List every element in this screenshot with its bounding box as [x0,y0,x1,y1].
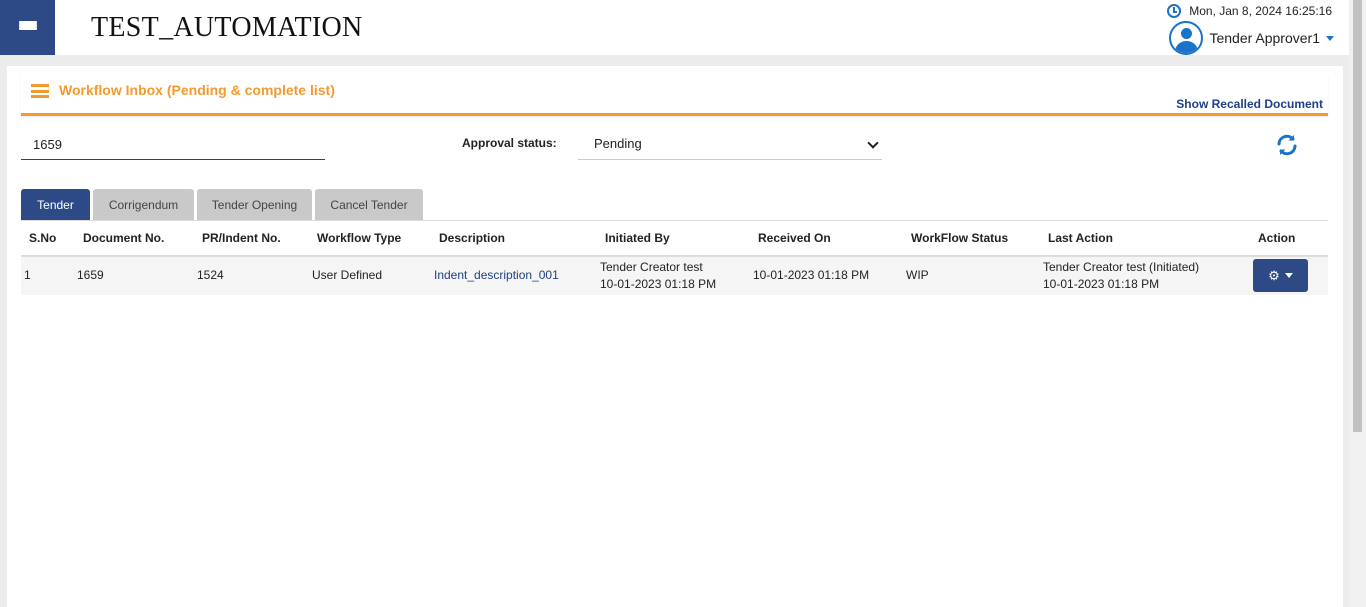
description-link[interactable]: Indent_description_001 [434,268,559,282]
column-header: Action [1258,230,1296,245]
clock-icon [1167,4,1182,18]
top-bar: TEST_AUTOMATION Mon, Jan 8, 2024 16:25:1… [0,0,1349,55]
cell-status: WIP [906,268,929,282]
search-input[interactable] [21,129,325,160]
column-header: Document No. [83,230,165,245]
cell-sno: 1 [24,268,31,282]
tab-tender[interactable]: Tender [21,189,90,221]
column-header: Last Action [1048,230,1113,245]
user-avatar-icon [1169,21,1204,55]
last-action-text: Tender Creator test (Initiated) [1043,259,1200,274]
column-header: WorkFlow Status [911,230,1009,245]
last-action-date: 10-01-2023 01:18 PM [1043,276,1160,291]
cell-workflow-type: User Defined [312,268,383,282]
panel-header: Workflow Inbox (Pending & complete list)… [21,76,1328,116]
tab-tender-opening[interactable]: Tender Opening [197,189,312,221]
workflow-table: S.No Document No. PR/Indent No. Workflow… [21,220,1328,295]
approval-status-select[interactable]: Pending [578,129,882,160]
tab-corrigendum[interactable]: Corrigendum [93,189,194,221]
show-recalled-document-link[interactable]: Show Recalled Document [1176,97,1323,111]
column-header: Workflow Type [317,230,402,245]
chevron-down-icon [867,137,879,149]
table-header-row: S.No Document No. PR/Indent No. Workflow… [21,220,1328,256]
user-menu[interactable]: Tender Approver1 [1169,21,1334,55]
cell-last-action: Tender Creator test (Initiated) 10-01-20… [1043,256,1251,295]
list-icon [31,84,49,98]
cell-action: ⚙ [1251,256,1328,295]
cell-pr-no: 1524 [197,268,224,282]
scrollbar-thumb[interactable] [1353,0,1362,432]
column-header: S.No [29,230,57,245]
workflow-inbox-panel: Workflow Inbox (Pending & complete list)… [7,66,1343,607]
initiated-by-name: Tender Creator test [600,259,703,274]
cell-received-on: 10-01-2023 01:18 PM [753,268,870,282]
panel-title: Workflow Inbox (Pending & complete list) [59,82,335,98]
tab-bar: Tender Corrigendum Tender Opening Cancel… [21,189,426,221]
datetime-display: Mon, Jan 8, 2024 16:25:16 [1167,4,1332,18]
column-header: Description [439,230,506,245]
menu-button[interactable] [0,0,55,55]
datetime-text: Mon, Jan 8, 2024 16:25:16 [1189,4,1332,18]
chevron-down-icon [1284,273,1293,278]
cell-description: Indent_description_001 [434,256,600,295]
chevron-down-icon [1326,35,1334,41]
column-header: PR/Indent No. [202,230,281,245]
approval-status-value: Pending [594,136,642,151]
hamburger-icon [18,20,37,35]
refresh-icon[interactable] [1275,133,1299,157]
tab-cancel-tender[interactable]: Cancel Tender [315,189,423,221]
row-action-button[interactable]: ⚙ [1253,259,1308,292]
cell-document-no: 1659 [77,268,104,282]
column-header: Initiated By [605,230,670,245]
cell-initiated-by: Tender Creator test 10-01-2023 01:18 PM [600,256,753,295]
gear-icon: ⚙ [1268,268,1280,283]
approval-status-label: Approval status: [462,136,557,150]
column-header: Received On [758,230,831,245]
app-title: TEST_AUTOMATION [91,12,363,43]
table-row: 1 1659 1524 User Defined Indent_descript… [21,255,1328,295]
initiated-by-date: 10-01-2023 01:18 PM [600,276,717,291]
page-scrollbar[interactable] [1349,0,1366,607]
user-name: Tender Approver1 [1209,30,1320,46]
